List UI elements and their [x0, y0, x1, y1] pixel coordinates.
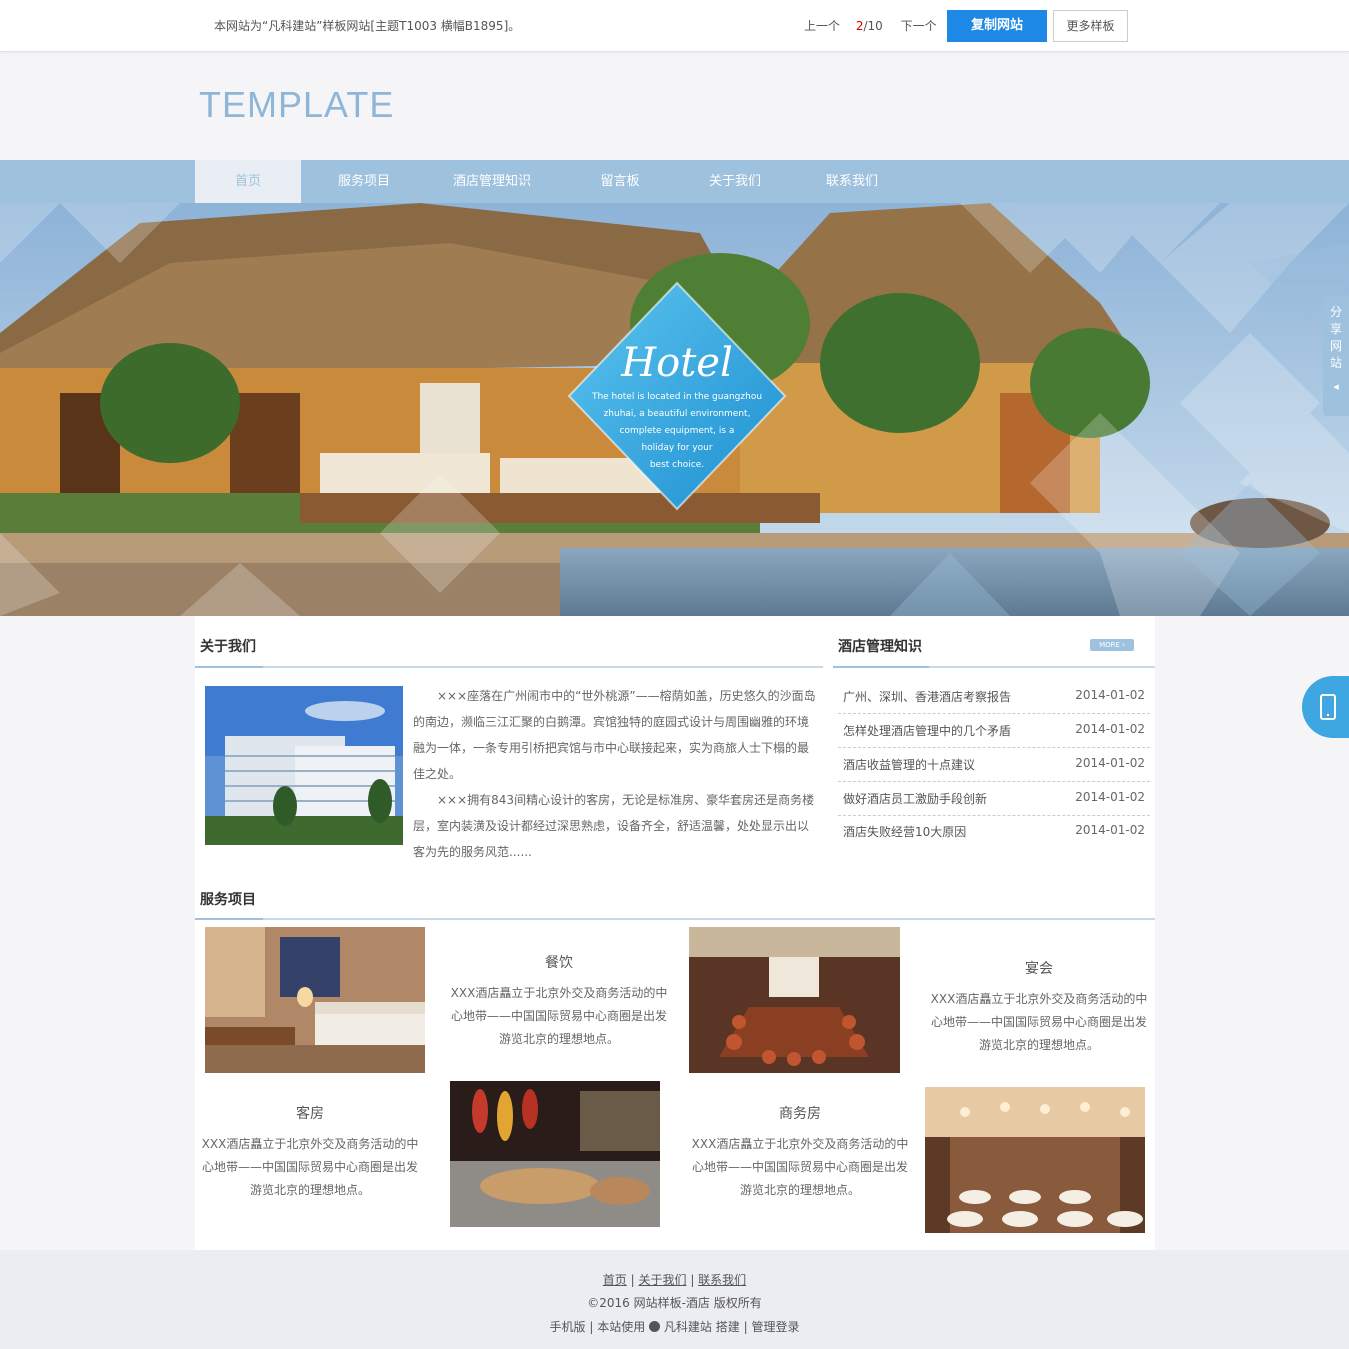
service-desc: XXX酒店矗立于北京外交及商务活动的中心地带——中国国际贸易中心商圈是出发游览北… — [691, 1137, 909, 1197]
hotel-badge: Hotel The hotel is located in the guangz… — [569, 341, 785, 474]
nav-item-about[interactable]: 关于我们 — [690, 160, 780, 203]
nav-item-hotel-knowledge[interactable]: 酒店管理知识 — [432, 160, 552, 203]
copy-site-button[interactable]: 复制网站 — [947, 10, 1047, 42]
about-text: ×××座落在广州闹市中的“世外桃源”——榕荫如盖，历史悠久的沙面岛的南边，濒临三… — [413, 683, 816, 865]
share-icon: ◂ — [1333, 380, 1339, 393]
about-section-title: 关于我们 — [200, 639, 256, 655]
news-title[interactable]: 酒店收益管理的十点建议 — [843, 756, 975, 773]
news-section-title: 酒店管理知识 — [838, 639, 922, 655]
news-date: 2014-01-02 — [1075, 790, 1145, 804]
site-logo[interactable]: TEMPLATE — [199, 84, 394, 126]
news-more-button[interactable]: MORE › — [1090, 639, 1134, 651]
about-paragraph: ×××拥有843间精心设计的客房，无论是标准房、豪华套房还是商务楼层，室内装潢及… — [413, 793, 815, 859]
service-desc: XXX酒店矗立于北京外交及商务活动的中心地带——中国国际贸易中心商圈是出发游览北… — [201, 1137, 419, 1197]
badge-line: best choice. — [649, 460, 705, 470]
service-desc: XXX酒店矗立于北京外交及商务活动的中心地带——中国国际贸易中心商圈是出发游览北… — [450, 986, 668, 1046]
news-title[interactable]: 广州、深圳、香港酒店考察报告 — [843, 688, 1011, 705]
meeting-room-image[interactable] — [689, 927, 900, 1073]
about-paragraph: ×××座落在广州闹市中的“世外桃源”——榕荫如盖，历史悠久的沙面岛的南边，濒临三… — [413, 689, 816, 781]
service-desc: XXX酒店矗立于北京外交及商务活动的中心地带——中国国际贸易中心商圈是出发游览北… — [930, 992, 1148, 1052]
badge-line: holiday for your — [641, 443, 713, 453]
service-name[interactable]: 宴会 — [929, 958, 1149, 978]
news-date: 2014-01-02 — [1075, 823, 1145, 837]
news-list-item[interactable]: 酒店失败经营10大原因 2014-01-02 — [838, 815, 1150, 849]
buffet-dining-image[interactable] — [450, 1081, 660, 1227]
footer-powered-suffix: 搭建 — [715, 1320, 740, 1334]
news-date: 2014-01-02 — [1075, 722, 1145, 736]
hero-banner: Hotel The hotel is located in the guangz… — [0, 203, 1349, 616]
top-notice-bar: 本网站为“凡科建站”样板网站[主题T1003 横幅B1895]。 上一个 2/1… — [0, 0, 1349, 52]
template-pager: 上一个 2/10 下一个 — [804, 17, 949, 34]
mobile-phone-icon — [1320, 694, 1336, 720]
nav-item-services[interactable]: 服务项目 — [314, 160, 414, 203]
site-footer: 首页 | 关于我们 | 联系我们 ©2016 网站样板-酒店 版权所有 手机版 … — [0, 1250, 1349, 1349]
nav-item-home[interactable]: 首页 — [195, 160, 301, 203]
badge-text: The hotel is located in the guangzhou zh… — [569, 389, 785, 474]
mobile-site-button[interactable] — [1302, 676, 1349, 738]
footer-copyright: ©2016 网站样板-酒店 版权所有 — [587, 1296, 762, 1310]
news-list-item[interactable]: 酒店收益管理的十点建议 2014-01-02 — [838, 748, 1150, 782]
news-list-item[interactable]: 怎样处理酒店管理中的几个矛盾 2014-01-02 — [838, 714, 1150, 748]
footer-link-home[interactable]: 首页 — [603, 1273, 627, 1287]
next-template-link[interactable]: 下一个 — [901, 19, 937, 33]
footer-links: 首页 | 关于我们 | 联系我们 — [602, 1273, 747, 1287]
badge-line: The hotel is located in the guangzhou — [591, 392, 763, 402]
prev-template-link[interactable]: 上一个 — [804, 19, 840, 33]
news-date: 2014-01-02 — [1075, 756, 1145, 770]
footer-link-about[interactable]: 关于我们 — [638, 1273, 686, 1287]
services-divider — [195, 918, 1155, 920]
news-list-item[interactable]: 广州、深圳、香港酒店考察报告 2014-01-02 — [838, 680, 1150, 714]
share-site-tab[interactable]: 分享网站 ◂ — [1323, 296, 1349, 416]
footer-brand-link[interactable]: 凡科建站 — [664, 1320, 712, 1334]
nav-item-contact[interactable]: 联系我们 — [805, 160, 899, 203]
badge-title: Hotel — [621, 340, 733, 386]
services-section-title: 服务项目 — [200, 892, 256, 908]
footer-mobile-link[interactable]: 手机版 — [550, 1320, 586, 1334]
share-label: 分享网站 — [1329, 305, 1342, 370]
nav-item-guestbook[interactable]: 留言板 — [575, 160, 665, 203]
about-hotel-building-image[interactable] — [205, 686, 403, 845]
service-name[interactable]: 客房 — [200, 1103, 420, 1123]
more-templates-button[interactable]: 更多样板 — [1053, 10, 1128, 42]
main-nav: 首页 服务项目 酒店管理知识 留言板 关于我们 联系我们 — [0, 160, 1349, 203]
brand-logo-icon — [649, 1321, 661, 1332]
badge-line: zhuhai, a beautiful environment, — [603, 409, 751, 419]
footer-admin-login[interactable]: 管理登录 — [751, 1320, 799, 1334]
page-counter: 2/10 — [856, 19, 883, 33]
page-total: /10 — [863, 19, 883, 33]
news-title[interactable]: 酒店失败经营10大原因 — [843, 823, 966, 840]
guest-room-image[interactable] — [205, 927, 425, 1073]
service-card-guest-room: 客房 XXX酒店矗立于北京外交及商务活动的中心地带——中国国际贸易中心商圈是出发… — [200, 1103, 420, 1202]
news-divider — [833, 666, 1155, 668]
news-date: 2014-01-02 — [1075, 688, 1145, 702]
service-card-dining: 餐饮 XXX酒店矗立于北京外交及商务活动的中心地带——中国国际贸易中心商圈是出发… — [449, 952, 669, 1051]
about-divider — [195, 666, 823, 668]
news-title[interactable]: 做好酒店员工激励手段创新 — [843, 790, 987, 807]
footer-credits: 手机版 | 本站使用 凡科建站 搭建 | 管理登录 — [549, 1320, 800, 1334]
badge-line: complete equipment, is a — [619, 426, 735, 436]
footer-powered-prefix: 本站使用 — [597, 1320, 646, 1334]
footer-link-contact[interactable]: 联系我们 — [698, 1273, 746, 1287]
service-card-business-room: 商务房 XXX酒店矗立于北京外交及商务活动的中心地带——中国国际贸易中心商圈是出… — [690, 1103, 910, 1202]
template-notice: 本网站为“凡科建站”样板网站[主题T1003 横幅B1895]。 — [214, 19, 521, 33]
service-name[interactable]: 餐饮 — [449, 952, 669, 972]
service-card-banquet: 宴会 XXX酒店矗立于北京外交及商务活动的中心地带——中国国际贸易中心商圈是出发… — [929, 958, 1149, 1057]
banquet-hall-image[interactable] — [925, 1087, 1145, 1233]
service-name[interactable]: 商务房 — [690, 1103, 910, 1123]
news-title[interactable]: 怎样处理酒店管理中的几个矛盾 — [843, 722, 1011, 739]
news-list-item[interactable]: 做好酒店员工激励手段创新 2014-01-02 — [838, 782, 1150, 816]
